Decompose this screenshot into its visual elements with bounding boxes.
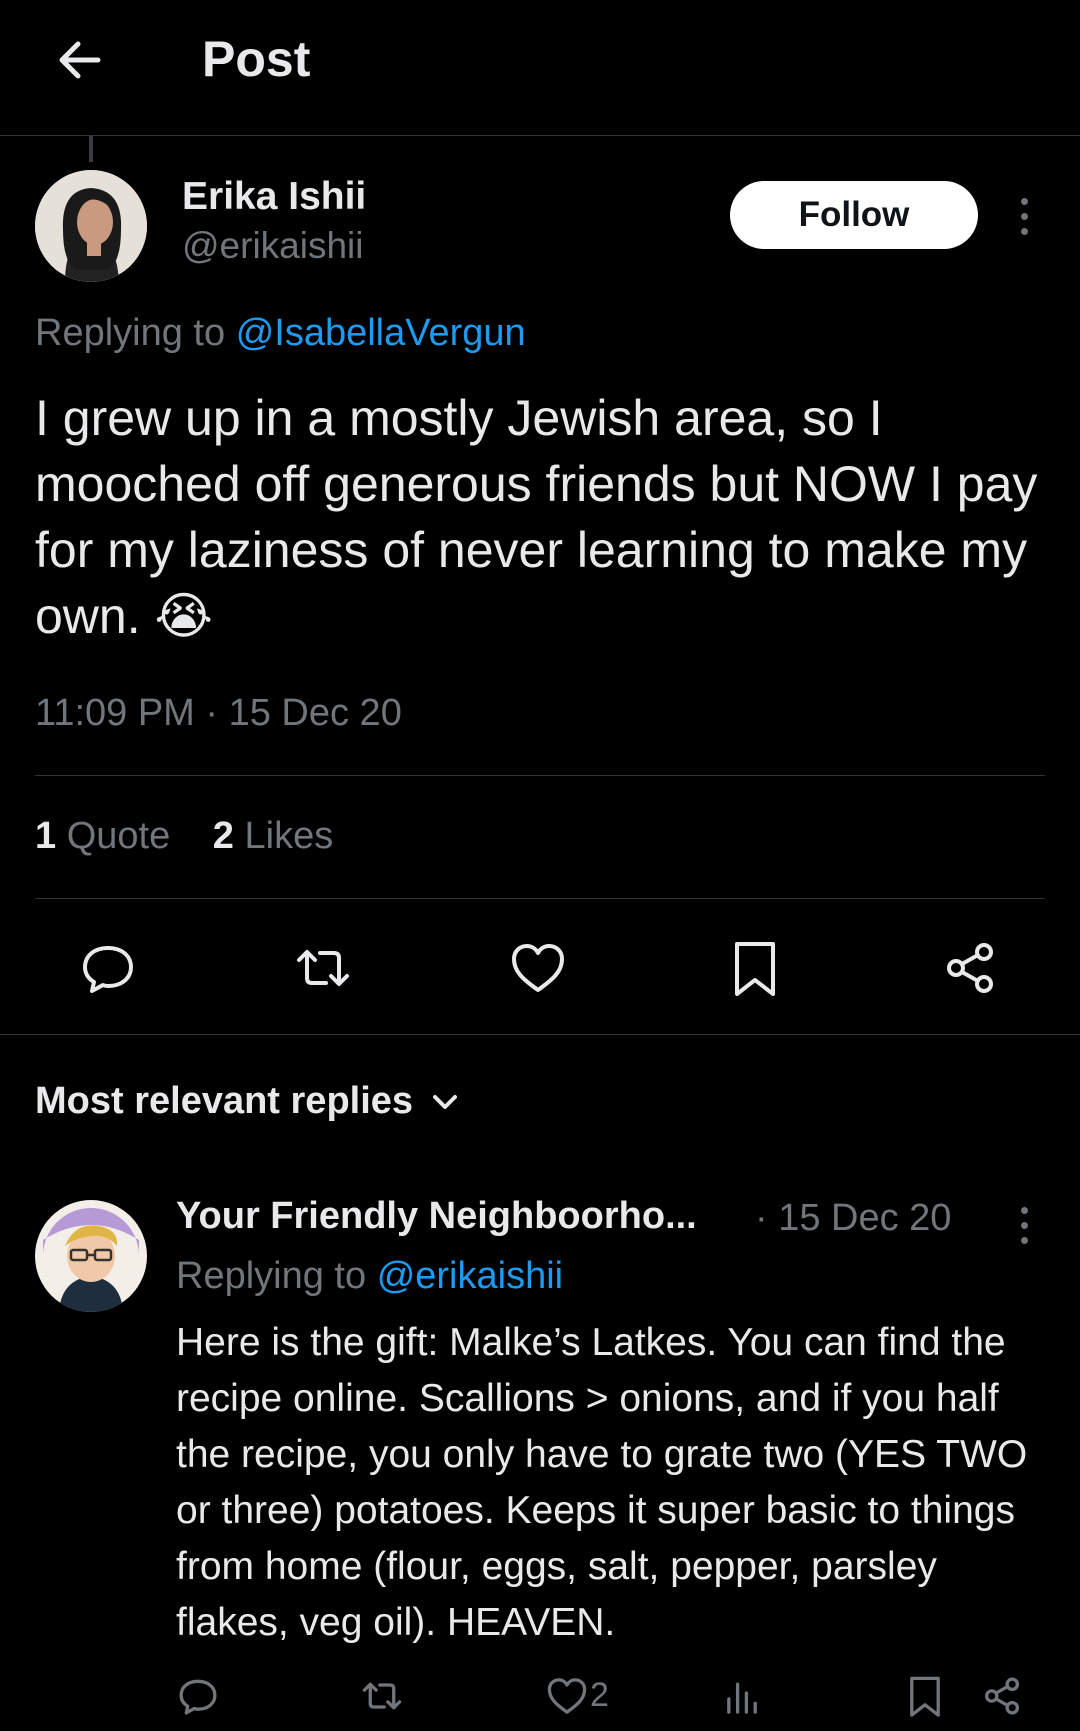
like-stat[interactable]: 2 Likes <box>213 815 333 857</box>
replying-to: Replying to @IsabellaVergun <box>35 312 526 355</box>
share-icon[interactable] <box>940 938 1000 998</box>
like-label: Likes <box>244 815 334 857</box>
author-avatar[interactable] <box>35 170 147 282</box>
reply-like-count: 2 <box>590 1676 609 1714</box>
divider <box>35 775 1045 776</box>
reply-author-avatar[interactable] <box>35 1200 147 1312</box>
post-stats: 1 Quote 2 Likes <box>35 815 333 858</box>
like-count: 2 <box>212 815 234 857</box>
thread-line <box>89 135 93 162</box>
reply-replying-prefix: Replying to <box>176 1255 367 1297</box>
reply-bookmark-icon[interactable] <box>903 1674 947 1718</box>
reply-author-name[interactable]: Your Friendly Neighboorho... <box>176 1195 697 1238</box>
chevron-down-icon <box>429 1086 461 1118</box>
reply-more-options-icon[interactable] <box>1018 1207 1030 1252</box>
top-bar <box>0 0 1080 136</box>
more-options-icon[interactable] <box>1018 198 1030 243</box>
quote-count: 1 <box>35 815 57 857</box>
views-icon[interactable] <box>720 1674 764 1718</box>
reply-share-icon[interactable] <box>980 1674 1024 1718</box>
reply-reply-icon[interactable] <box>176 1674 220 1718</box>
follow-button[interactable]: Follow <box>730 181 978 249</box>
replying-handle-link[interactable]: @IsabellaVergun <box>236 312 526 354</box>
author-handle[interactable]: @erikaishii <box>182 225 364 267</box>
reply-heart-icon[interactable] <box>545 1674 589 1718</box>
reply-replying-handle-link[interactable]: @erikaishii <box>377 1255 563 1297</box>
quote-label: Quote <box>66 815 171 857</box>
repost-icon[interactable] <box>293 938 353 998</box>
divider <box>35 898 1045 899</box>
reply-repost-icon[interactable] <box>360 1674 404 1718</box>
post-timestamp[interactable]: 11:09 PM · 15 Dec 20 <box>35 692 402 735</box>
reply-icon[interactable] <box>78 938 138 998</box>
bookmark-icon[interactable] <box>725 938 785 998</box>
page-title: Post <box>202 31 311 87</box>
replies-sort-label: Most relevant replies <box>35 1080 414 1122</box>
author-name[interactable]: Erika Ishii <box>182 175 366 219</box>
section-divider <box>0 1034 1080 1035</box>
back-arrow-icon[interactable] <box>50 30 110 90</box>
replies-sort-dropdown[interactable]: Most relevant replies <box>35 1080 461 1123</box>
heart-icon[interactable] <box>508 938 568 998</box>
quote-stat[interactable]: 1 Quote <box>35 815 170 857</box>
replying-prefix: Replying to <box>35 312 226 354</box>
reply-date[interactable]: · 15 Dec 20 <box>755 1197 951 1240</box>
reply-replying-to: Replying to @erikaishii <box>176 1255 563 1298</box>
reply-text: Here is the gift: Malke’s Latkes. You ca… <box>176 1321 1028 1644</box>
post-text: I grew up in a mostly Jewish area, so I … <box>35 390 1038 644</box>
